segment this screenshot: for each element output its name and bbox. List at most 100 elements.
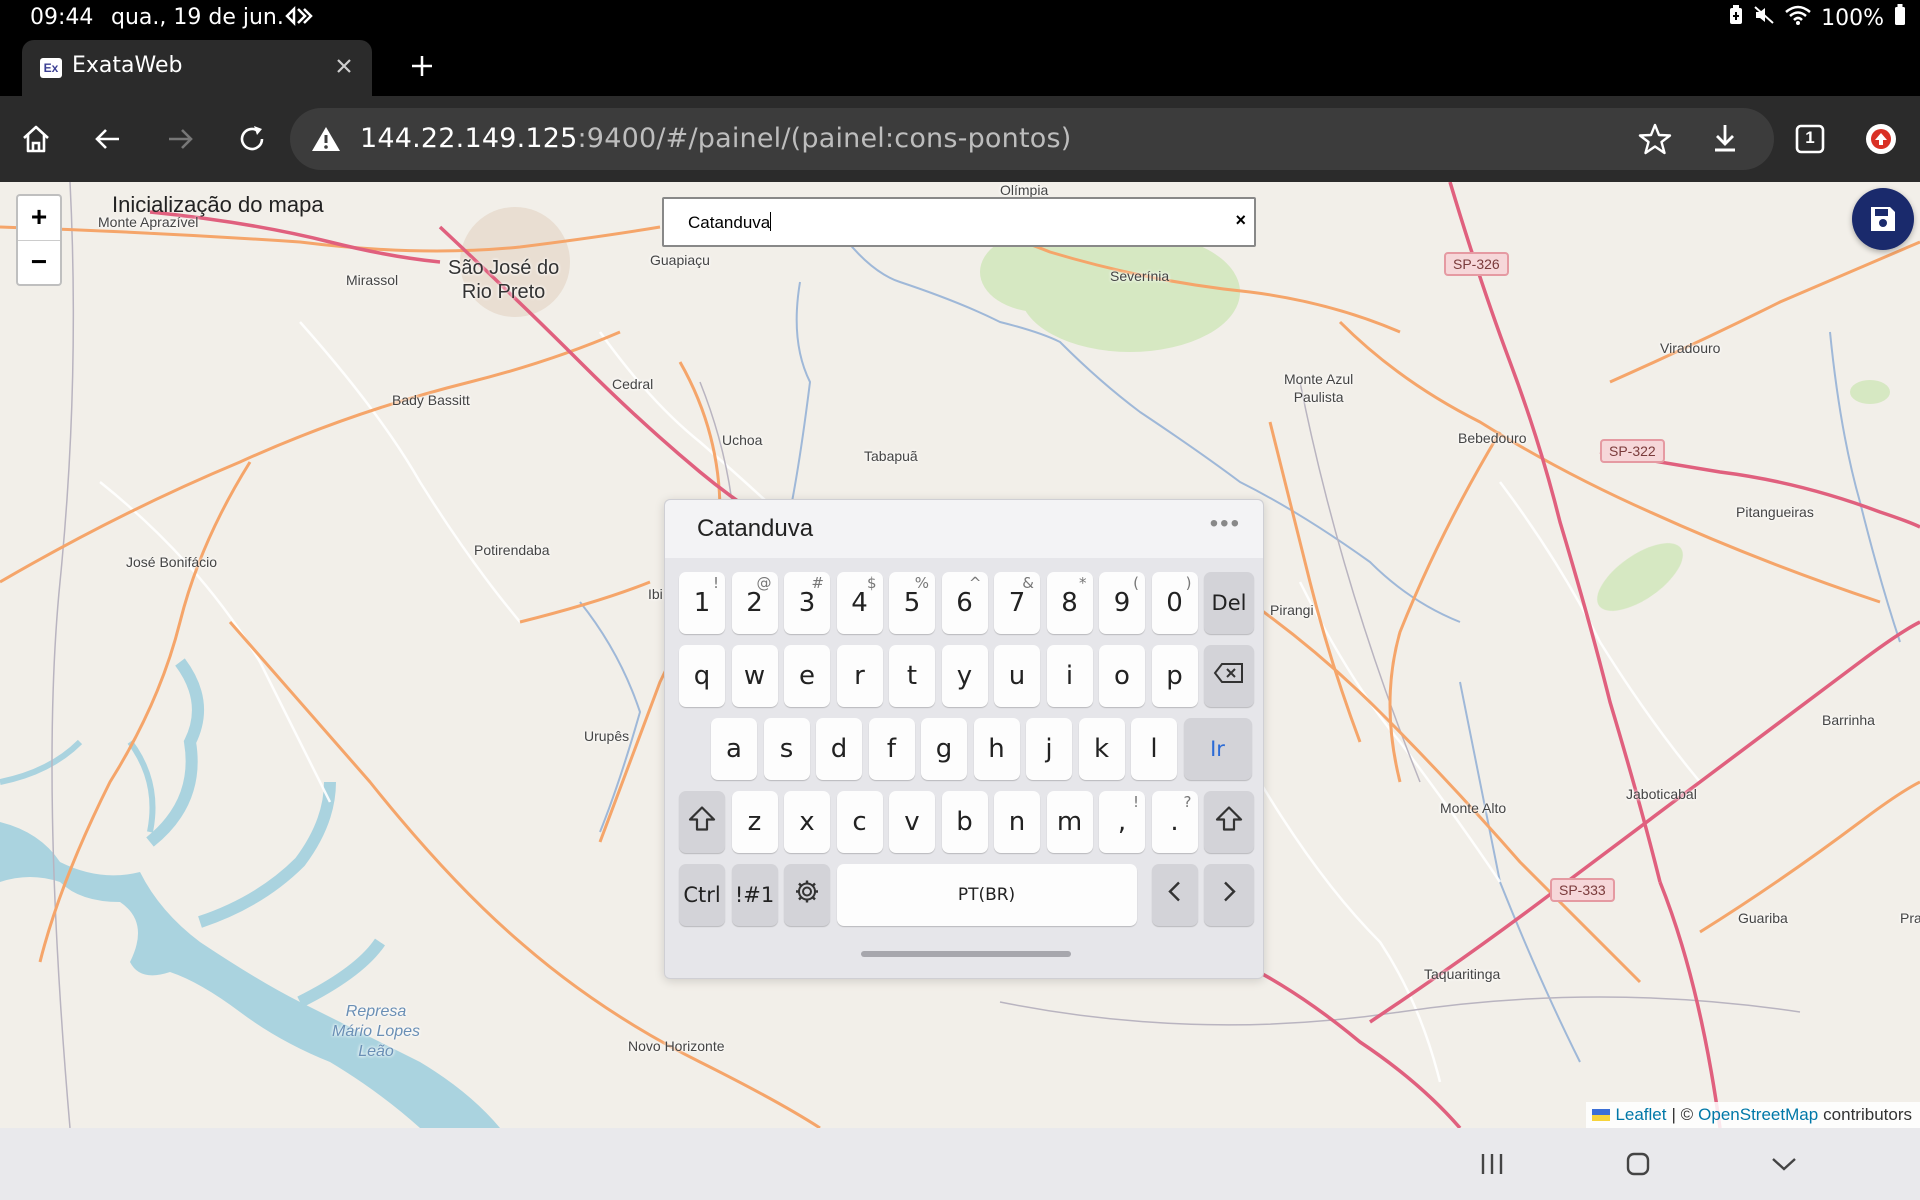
reload-icon[interactable] (226, 113, 278, 165)
tab-switcher-button[interactable]: 1 (1790, 119, 1830, 159)
hide-keyboard-icon[interactable] (1762, 1144, 1806, 1184)
tab-count: 1 (1805, 128, 1815, 147)
key-period[interactable]: .? (1151, 791, 1198, 853)
key-b[interactable]: b (941, 791, 988, 853)
delete-key[interactable]: Del (1204, 572, 1254, 634)
key-r[interactable]: r (836, 645, 883, 707)
go-key[interactable]: Ir (1183, 718, 1252, 780)
water-label-line: Represa (345, 1003, 407, 1020)
key-o[interactable]: o (1099, 645, 1145, 707)
cursor-right-icon[interactable] (1204, 864, 1254, 926)
forward-icon[interactable] (154, 113, 206, 165)
new-tab-button[interactable] (400, 44, 444, 88)
key-secondary-label: ) (1185, 574, 1192, 592)
key-g[interactable]: g (921, 718, 967, 780)
key-3[interactable]: 3 # (784, 572, 830, 634)
key-u[interactable]: u (994, 645, 1040, 707)
zoom-in-button[interactable]: + (18, 196, 60, 241)
address-bar[interactable]: 144.22.149.125:9400/#/painel/(painel:con… (290, 108, 1774, 170)
back-icon[interactable] (82, 113, 134, 165)
key-z[interactable]: z (731, 791, 778, 853)
key-s[interactable]: s (763, 718, 810, 780)
key-j[interactable]: j (1026, 718, 1072, 780)
clear-search-button[interactable]: × (1235, 210, 1246, 231)
key-label: 4 (851, 588, 868, 618)
key-label: 5 (903, 588, 921, 618)
key-label: 8 (1061, 588, 1078, 618)
key-e[interactable]: e (784, 645, 830, 707)
battery-saver-icon (1729, 5, 1743, 31)
place-label: Pitangueiras (1736, 504, 1814, 520)
keyboard-suggestion-bar: Catanduva ••• (665, 500, 1263, 558)
home-icon[interactable] (10, 113, 62, 165)
key-7[interactable]: 7 & (994, 572, 1040, 634)
key-y[interactable]: y (941, 645, 988, 707)
recent-apps-icon[interactable] (1470, 1144, 1514, 1184)
place-label: José Bonifácio (126, 554, 218, 570)
key-2[interactable]: 2 @ (731, 572, 778, 634)
place-label: Pirangi (1270, 602, 1314, 618)
key-6[interactable]: 6 ^ (941, 572, 988, 634)
key-d[interactable]: d (816, 718, 862, 780)
key-comma[interactable]: ,! (1099, 791, 1145, 853)
attribution-contributors: contributors (1823, 1105, 1912, 1124)
leaflet-link[interactable]: Leaflet (1615, 1105, 1666, 1125)
key-m[interactable]: m (1046, 791, 1093, 853)
osm-link[interactable]: OpenStreetMap (1698, 1105, 1818, 1125)
backspace-icon[interactable] (1204, 645, 1254, 707)
more-options-icon[interactable]: ••• (1210, 510, 1241, 538)
key-h[interactable]: h (973, 718, 1020, 780)
key-l[interactable]: l (1131, 718, 1177, 780)
key-n[interactable]: n (994, 791, 1040, 853)
place-label-line: São José do (448, 257, 560, 279)
place-label: São José do Rio Preto (448, 256, 559, 304)
key-p[interactable]: p (1151, 645, 1198, 707)
key-9[interactable]: 9( (1099, 572, 1145, 634)
key-q[interactable]: q (679, 645, 725, 707)
place-label-line: Rio Preto (461, 281, 546, 303)
bookmark-star-icon[interactable] (1632, 116, 1678, 162)
key-w[interactable]: w (731, 645, 778, 707)
place-label: Novo Horizonte (628, 1038, 725, 1054)
ctrl-key[interactable]: Ctrl (679, 864, 725, 926)
key-i[interactable]: i (1046, 645, 1093, 707)
tab-strip: Ex ExataWeb (0, 36, 1920, 96)
place-label: Mirassol (346, 272, 399, 288)
home-nav-icon[interactable] (1616, 1144, 1660, 1184)
not-secure-icon[interactable] (310, 124, 342, 154)
zoom-out-button[interactable]: − (18, 241, 60, 285)
key-x[interactable]: x (784, 791, 830, 853)
download-icon[interactable] (1702, 116, 1748, 162)
tab-exataweb[interactable]: Ex ExataWeb (22, 40, 372, 96)
key-k[interactable]: k (1078, 718, 1125, 780)
key-label: . (1170, 807, 1179, 837)
cursor-left-icon[interactable] (1151, 864, 1198, 926)
suggestion-word[interactable]: Catanduva (697, 515, 813, 543)
place-label: Potirendaba (474, 542, 550, 558)
key-label: l (1150, 734, 1158, 764)
keyboard-settings-icon[interactable] (784, 864, 830, 926)
key-secondary-label: ( (1133, 574, 1139, 592)
search-input[interactable]: Catanduva × (662, 197, 1256, 247)
close-tab-icon[interactable] (324, 46, 364, 86)
key-1[interactable]: 1! (679, 572, 725, 634)
key-v[interactable]: v (889, 791, 935, 853)
key-c[interactable]: c (836, 791, 883, 853)
key-t[interactable]: t (889, 645, 935, 707)
space-key[interactable]: PT(BR) (836, 864, 1137, 926)
symbols-key[interactable]: !#1 (731, 864, 778, 926)
water-label-line: Mário Lopes (332, 1023, 421, 1040)
key-a[interactable]: a (711, 718, 757, 780)
save-button[interactable] (1852, 188, 1914, 250)
key-5[interactable]: 5% (889, 572, 935, 634)
profile-avatar[interactable] (1860, 118, 1902, 160)
key-4[interactable]: 4 $ (836, 572, 883, 634)
key-0[interactable]: 0) (1151, 572, 1198, 634)
key-f[interactable]: f (868, 718, 915, 780)
keyboard-drag-handle[interactable] (861, 951, 1071, 957)
shift-icon[interactable] (1204, 791, 1254, 853)
key-label: s (779, 734, 794, 764)
key-8[interactable]: 8 * (1046, 572, 1093, 634)
url-text[interactable]: 144.22.149.125:9400/#/painel/(painel:con… (360, 123, 1071, 154)
shift-icon[interactable] (679, 791, 725, 853)
